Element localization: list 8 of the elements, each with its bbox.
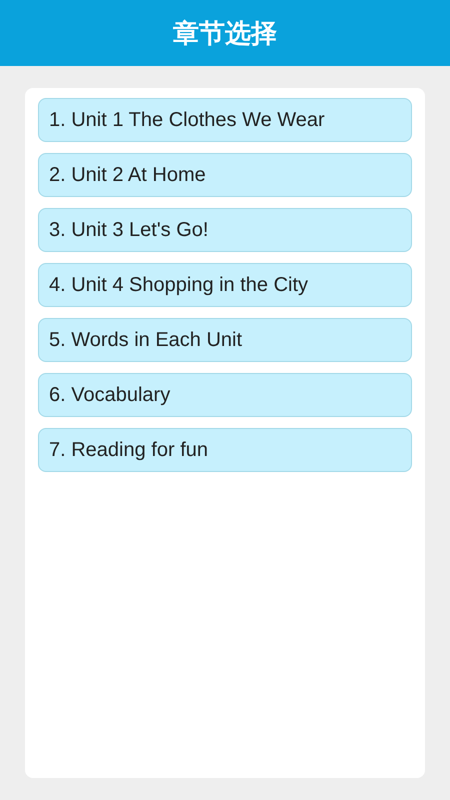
chapter-button[interactable]: 4. Unit 4 Shopping in the City [38, 263, 412, 307]
page-title: 章节选择 [173, 18, 277, 50]
chapter-button[interactable]: 7. Reading for fun [38, 428, 412, 472]
chapter-button[interactable]: 3. Unit 3 Let's Go! [38, 208, 412, 252]
chapter-button[interactable]: 2. Unit 2 At Home [38, 153, 412, 197]
chapter-button[interactable]: 1. Unit 1 The Clothes We Wear [38, 98, 412, 142]
chapter-button[interactable]: 5. Words in Each Unit [38, 318, 412, 362]
chapter-button[interactable]: 6. Vocabulary [38, 373, 412, 417]
